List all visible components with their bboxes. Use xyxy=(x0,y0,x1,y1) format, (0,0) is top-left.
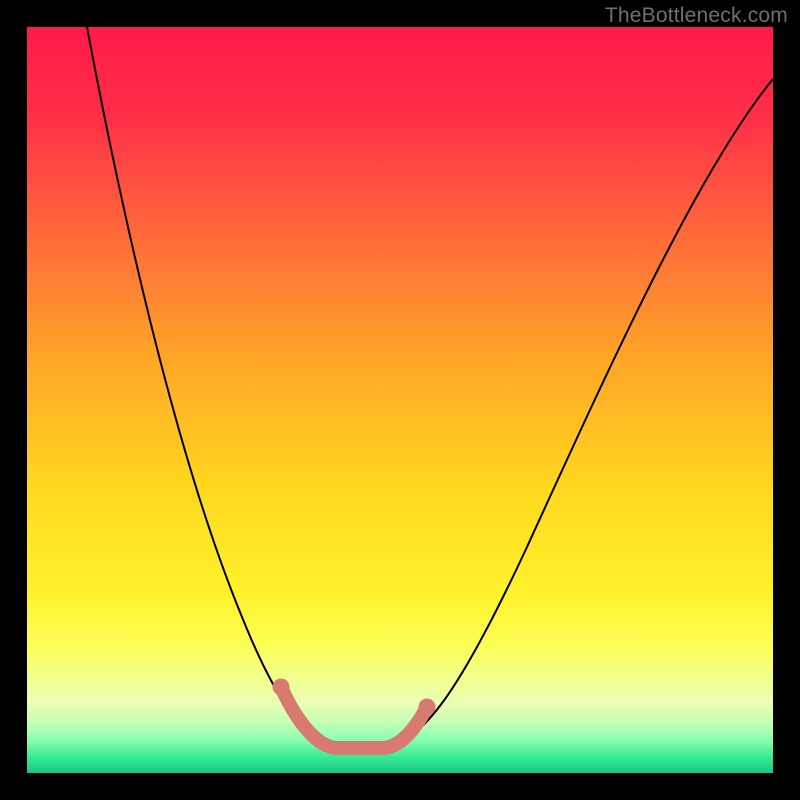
chart-frame: TheBottleneck.com xyxy=(0,0,800,800)
bottleneck-curve-chart xyxy=(27,27,773,773)
watermark-text: TheBottleneck.com xyxy=(605,4,788,28)
gradient-background xyxy=(27,27,773,773)
marker-dot-right xyxy=(419,699,436,716)
marker-dot-left xyxy=(273,679,290,696)
